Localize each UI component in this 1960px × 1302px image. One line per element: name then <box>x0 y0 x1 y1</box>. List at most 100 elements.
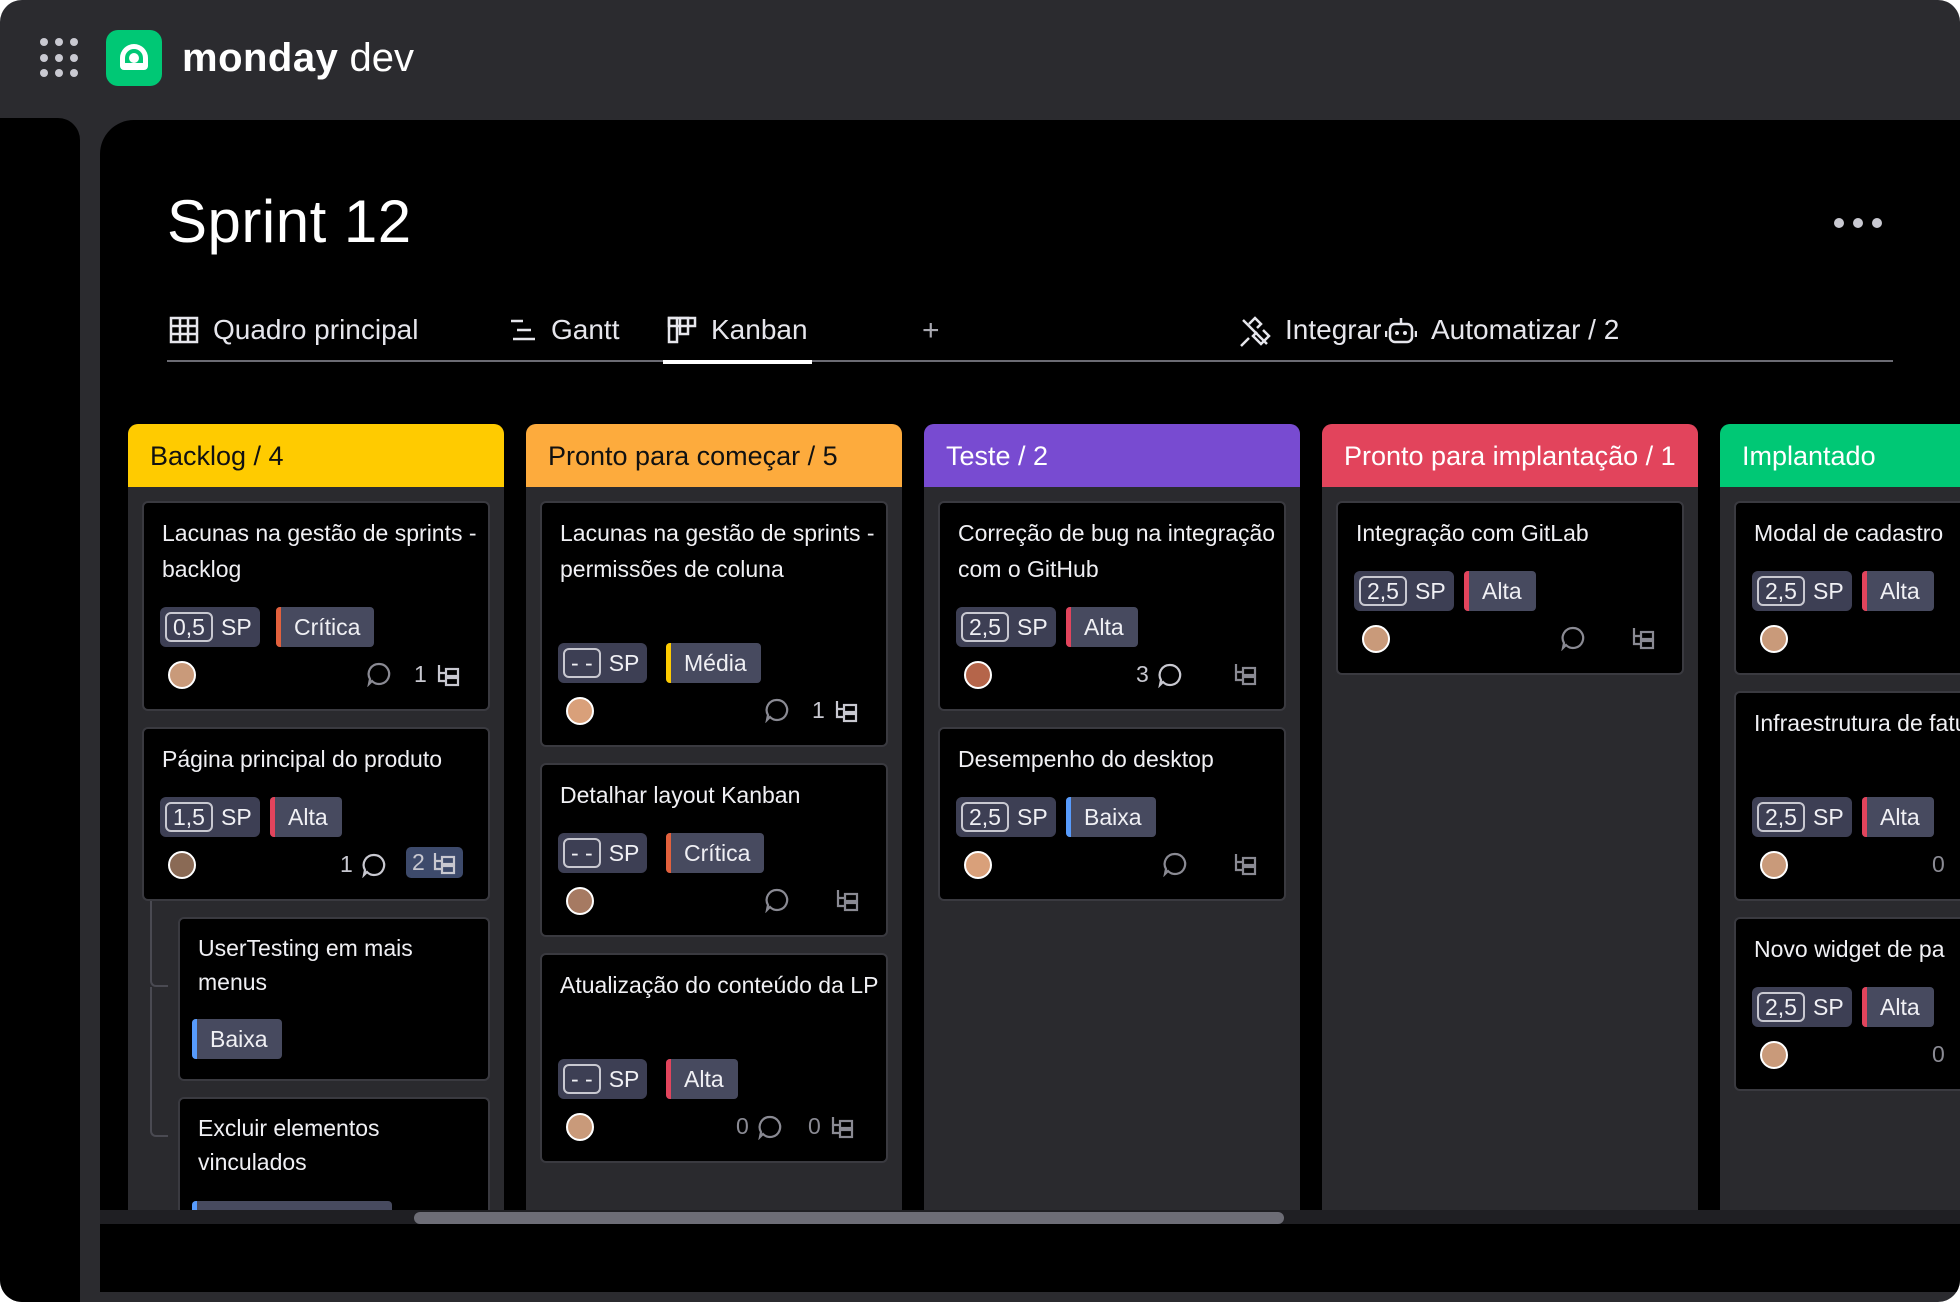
subitems-badge[interactable]: 2 <box>406 847 463 878</box>
priority-badge[interactable]: Crítica <box>666 833 765 873</box>
kanban-card[interactable]: Detalhar layout Kanban - - SP Crítica <box>540 763 888 937</box>
subitems-icon <box>437 664 459 686</box>
brand-name: monday dev <box>182 36 414 80</box>
comment-icon <box>1163 852 1187 877</box>
column-header[interactable]: Implantado <box>1720 424 1960 487</box>
story-points[interactable]: - - SP <box>558 1059 648 1099</box>
avatar[interactable] <box>964 851 992 879</box>
priority-badge[interactable]: Alta <box>1464 571 1536 611</box>
story-points[interactable]: 2,5 SP <box>956 607 1056 647</box>
subitems-indicator[interactable] <box>1630 625 1656 651</box>
story-points-label: SP <box>220 613 252 640</box>
plug-icon <box>1240 316 1271 347</box>
kanban-card[interactable]: Integração com GitLab 2,5 SP Alta <box>1336 501 1684 675</box>
column-header[interactable]: Backlog / 4 <box>128 424 504 487</box>
subitems-indicator[interactable]: 0 <box>808 1113 855 1140</box>
avatar[interactable] <box>168 661 196 689</box>
story-points[interactable]: 2,5 SP <box>956 797 1056 837</box>
avatar[interactable] <box>1760 1041 1788 1069</box>
table-icon <box>169 316 199 344</box>
priority-badge[interactable]: Média <box>666 643 761 683</box>
automate-button[interactable]: Automatizar / 2 <box>1385 310 1619 362</box>
priority-badge[interactable]: Alta <box>1862 797 1934 837</box>
story-points[interactable]: - - SP <box>558 833 648 873</box>
comments-indicator[interactable] <box>1560 625 1586 651</box>
kanban-card[interactable]: Desempenho do desktop 2,5 SP Baixa <box>938 727 1286 901</box>
avatar[interactable] <box>566 887 594 915</box>
subitem-card[interactable]: Excluir elementos vinculados <box>178 1097 490 1214</box>
comment-icon <box>1158 663 1182 688</box>
priority-badge[interactable]: Alta <box>1862 571 1934 611</box>
avatar[interactable] <box>964 661 992 689</box>
priority-badge[interactable]: Alta <box>666 1059 738 1099</box>
view-tabs: Quadro principal Gantt Kanban + Integrar… <box>167 310 1893 364</box>
card-title: Detalhar layout Kanban <box>560 782 801 808</box>
story-points-label: SP <box>608 839 640 866</box>
subitems-count: 0 <box>808 1113 821 1139</box>
apps-grid-icon[interactable] <box>40 38 80 78</box>
story-points-label: SP <box>220 803 252 830</box>
priority-badge[interactable]: Crítica <box>276 607 375 647</box>
more-options-icon[interactable] <box>1834 218 1882 228</box>
kanban-card[interactable]: Correção de bug na integração com o GitH… <box>938 501 1286 711</box>
tab-gantt[interactable]: Gantt <box>509 310 619 362</box>
comments-indicator[interactable]: 0 <box>1932 851 1945 878</box>
story-points[interactable]: 2,5 SP <box>1752 987 1852 1027</box>
story-points[interactable]: - - SP <box>558 643 648 683</box>
kanban-card[interactable]: Modal de cadastro 2,5 SP Alta <box>1734 501 1960 675</box>
priority-badge[interactable]: Alta <box>270 797 342 837</box>
card-title: Integração com GitLab <box>1356 520 1589 546</box>
kanban-card[interactable]: Lacunas na gestão de sprints - backlog 0… <box>142 501 490 711</box>
priority-badge[interactable]: Baixa <box>192 1019 282 1059</box>
avatar[interactable] <box>566 1113 594 1141</box>
priority-badge[interactable]: Alta <box>1066 607 1138 647</box>
story-points[interactable]: 2,5 SP <box>1752 571 1852 611</box>
comments-indicator[interactable] <box>764 697 790 723</box>
kanban-card[interactable]: Infraestrutura de faturamento 2,5 SP Alta… <box>1734 691 1960 901</box>
kanban-card[interactable]: Atualização do conteúdo da LP - - SP Alta… <box>540 953 888 1163</box>
column-header[interactable]: Pronto para implantação / 1 <box>1322 424 1698 487</box>
tab-kanban[interactable]: Kanban <box>663 310 812 364</box>
story-points-label: SP <box>1414 577 1446 604</box>
comments-indicator[interactable] <box>366 661 392 687</box>
subitems-indicator[interactable] <box>1232 851 1258 877</box>
comments-indicator[interactable] <box>764 887 790 913</box>
subitems-indicator[interactable] <box>834 887 860 913</box>
add-view-button[interactable]: + <box>922 314 940 348</box>
avatar[interactable] <box>566 697 594 725</box>
subitem-connector <box>150 987 168 1137</box>
comments-indicator[interactable]: 0 <box>736 1113 783 1140</box>
kanban-card[interactable]: Página principal do produto 1,5 SP Alta 1… <box>142 727 490 901</box>
tab-quadro-principal[interactable]: Quadro principal <box>169 310 418 362</box>
story-points[interactable]: 1,5 SP <box>160 797 260 837</box>
kanban-card[interactable]: Novo widget de pa 2,5 SP Alta 0 <box>1734 917 1960 1091</box>
avatar[interactable] <box>168 851 196 879</box>
kanban-card[interactable]: Lacunas na gestão de sprints - permissõe… <box>540 501 888 747</box>
subitems-indicator[interactable]: 2 <box>406 847 463 878</box>
column-backlog: Backlog / 4 Lacunas na gestão de sprints… <box>128 424 504 1214</box>
comments-indicator[interactable]: 0 <box>1932 1041 1945 1068</box>
subitem-connector <box>150 901 168 987</box>
avatar[interactable] <box>1760 851 1788 879</box>
subitems-indicator[interactable]: 1 <box>414 661 461 688</box>
column-header[interactable]: Teste / 2 <box>924 424 1300 487</box>
comments-indicator[interactable] <box>1162 851 1188 877</box>
comments-indicator[interactable]: 1 <box>340 851 387 878</box>
integrate-button[interactable]: Integrar <box>1239 310 1382 362</box>
subitems-indicator[interactable] <box>1232 661 1258 687</box>
comments-indicator[interactable]: 3 <box>1136 661 1183 688</box>
avatar[interactable] <box>1362 625 1390 653</box>
priority-badge[interactable]: Alta <box>1862 987 1934 1027</box>
priority-badge[interactable]: Baixa <box>1066 797 1156 837</box>
page-title: Sprint 12 <box>167 188 412 255</box>
story-points[interactable]: 2,5 SP <box>1354 571 1454 611</box>
column-header[interactable]: Pronto para começar / 5 <box>526 424 902 487</box>
subitem-card[interactable]: UserTesting em mais menus Baixa <box>178 917 490 1081</box>
comments-count: 0 <box>1932 1041 1945 1067</box>
comment-icon <box>1561 626 1585 651</box>
subitems-indicator[interactable]: 1 <box>812 697 859 724</box>
avatar[interactable] <box>1760 625 1788 653</box>
story-points[interactable]: 2,5 SP <box>1752 797 1852 837</box>
scrollbar-thumb[interactable] <box>414 1212 1284 1224</box>
story-points[interactable]: 0,5 SP <box>160 607 260 647</box>
